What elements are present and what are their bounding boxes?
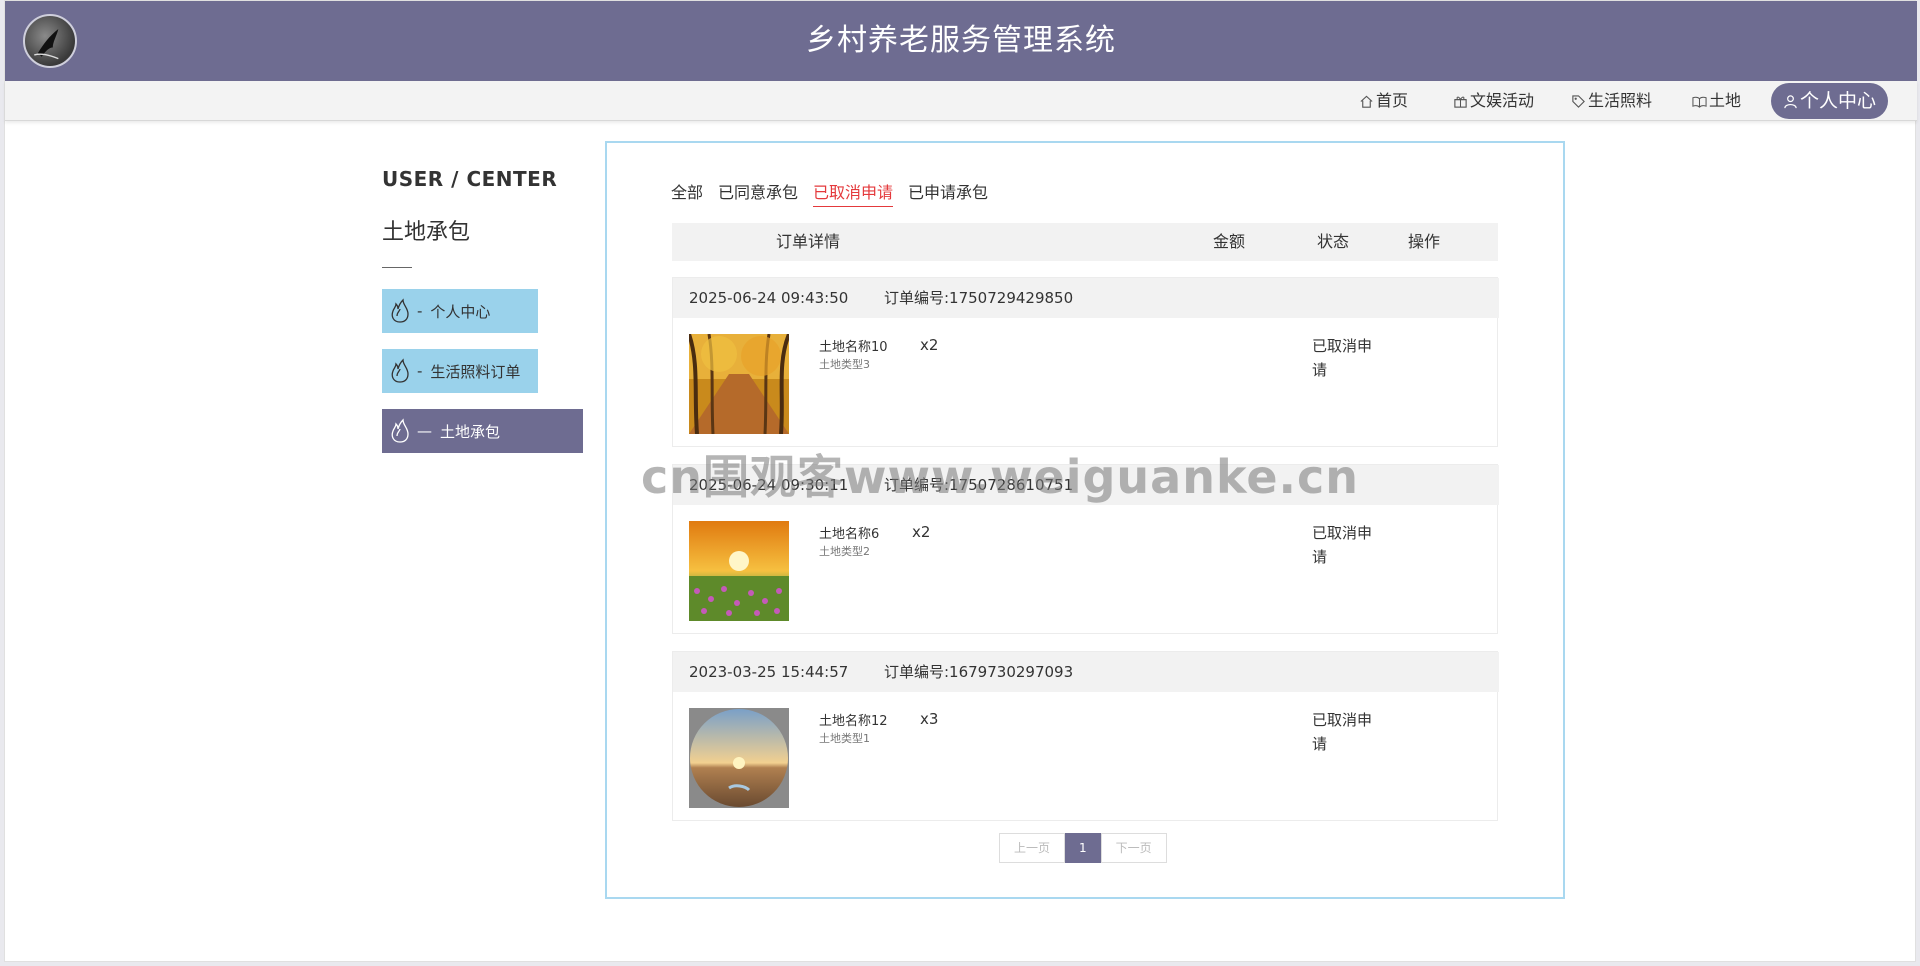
nav-user-center-label: 个人中心 xyxy=(1800,90,1877,112)
sidebar-item-label: 生活照料订单 xyxy=(430,362,521,381)
page-number-button[interactable]: 1 xyxy=(1065,833,1101,863)
land-type: 土地类型2 xyxy=(819,545,870,558)
site-title: 乡村养老服务管理系统 xyxy=(806,23,1116,58)
pagination: 上一页 1 下一页 xyxy=(999,833,1167,863)
sidebar-item-label: 土地承包 xyxy=(440,422,501,441)
sidebar-item-care-orders[interactable]: - 生活照料订单 xyxy=(382,349,538,393)
order-status: 已取消申请 xyxy=(1312,337,1373,379)
main-nav: 首页 文娱活动 生活照料 土地 个人中心 xyxy=(5,81,1917,121)
column-status: 状态 xyxy=(1317,232,1350,251)
tab-all[interactable]: 全部 xyxy=(671,179,703,207)
land-name: 土地名称6 xyxy=(819,527,880,542)
land-image[interactable] xyxy=(689,521,789,621)
sidebar-item-user-center[interactable]: - 个人中心 xyxy=(382,289,538,333)
land-name: 土地名称12 xyxy=(819,714,888,729)
sidebar-item-land-contract[interactable]: — 土地承包 xyxy=(382,409,583,453)
nav-activities-label: 文娱活动 xyxy=(1470,91,1535,110)
land-image[interactable] xyxy=(689,334,789,434)
tab-cancelled[interactable]: 已取消申请 xyxy=(813,179,894,207)
home-icon xyxy=(1360,95,1373,108)
next-page-button[interactable]: 下一页 xyxy=(1100,833,1167,863)
order-card: 2023-03-25 15:44:57 订单编号:1679730297093 土… xyxy=(672,651,1499,821)
book-icon xyxy=(1692,96,1707,108)
table-header: 订单详情 金额 状态 操作 xyxy=(672,223,1498,261)
user-icon xyxy=(1784,94,1797,108)
nav-home-label: 首页 xyxy=(1376,91,1409,110)
sidebar-heading: USER / CENTER xyxy=(382,167,558,191)
column-amount: 金额 xyxy=(1213,232,1246,251)
order-tabs: 全部 已同意承包 已取消申请 已申请承包 xyxy=(671,179,988,207)
land-name: 土地名称10 xyxy=(819,340,888,355)
sidebar-item-dash: - xyxy=(417,362,423,380)
tab-applied[interactable]: 已申请承包 xyxy=(908,179,988,207)
order-quantity: x2 xyxy=(920,336,939,354)
nav-land-label: 土地 xyxy=(1709,91,1742,110)
order-header: 2025-06-24 09:43:50 订单编号:1750729429850 xyxy=(673,278,1499,318)
nav-home[interactable]: 首页 xyxy=(1359,81,1408,121)
nav-user-center[interactable]: 个人中心 xyxy=(1771,83,1889,119)
land-type: 土地类型3 xyxy=(819,358,870,371)
nav-life-care[interactable]: 生活照料 xyxy=(1571,81,1652,121)
order-time: 2023-03-25 15:44:57 xyxy=(689,663,849,681)
order-status: 已取消申请 xyxy=(1312,711,1373,753)
tab-approved[interactable]: 已同意承包 xyxy=(718,179,798,207)
order-number: 订单编号:1750728610751 xyxy=(884,476,1074,494)
order-number: 订单编号:1679730297093 xyxy=(884,663,1074,681)
order-number: 订单编号:1750729429850 xyxy=(884,289,1074,307)
column-detail: 订单详情 xyxy=(776,232,841,251)
order-time: 2025-06-24 09:43:50 xyxy=(689,289,849,307)
column-action: 操作 xyxy=(1408,232,1441,251)
flame-icon xyxy=(391,358,409,383)
land-image[interactable] xyxy=(689,708,789,808)
sidebar-divider xyxy=(382,267,412,268)
land-type: 土地类型1 xyxy=(819,732,870,745)
tag-icon xyxy=(1572,94,1585,108)
nav-activities[interactable]: 文娱活动 xyxy=(1453,81,1534,121)
sidebar-item-dash: - xyxy=(417,302,423,320)
order-quantity: x2 xyxy=(912,523,931,541)
top-header: 乡村养老服务管理系统 xyxy=(5,1,1917,81)
order-status: 已取消申请 xyxy=(1312,524,1373,566)
sidebar-subheading: 土地承包 xyxy=(382,220,471,245)
prev-page-button[interactable]: 上一页 xyxy=(999,833,1066,863)
order-card: 2025-06-24 09:43:50 订单编号:1750729429850 土… xyxy=(672,277,1499,447)
order-card: 2025-06-24 09:30:11 订单编号:1750728610751 土… xyxy=(672,464,1499,634)
gift-icon xyxy=(1454,96,1467,108)
nav-life-care-label: 生活照料 xyxy=(1588,91,1653,110)
app-frame: 乡村养老服务管理系统 首页 文娱活动 生活照料 土地 个人中心 USER / C… xyxy=(4,0,1917,962)
order-quantity: x3 xyxy=(920,710,939,728)
flame-icon xyxy=(391,418,409,443)
sidebar-item-dash: — xyxy=(417,422,432,440)
order-time: 2025-06-24 09:30:11 xyxy=(689,476,849,494)
sidebar-item-label: 个人中心 xyxy=(430,302,491,321)
order-header: 2023-03-25 15:44:57 订单编号:1679730297093 xyxy=(673,652,1499,692)
nav-land[interactable]: 土地 xyxy=(1692,81,1741,121)
order-header: 2025-06-24 09:30:11 订单编号:1750728610751 xyxy=(673,465,1499,505)
flame-icon xyxy=(391,298,409,323)
